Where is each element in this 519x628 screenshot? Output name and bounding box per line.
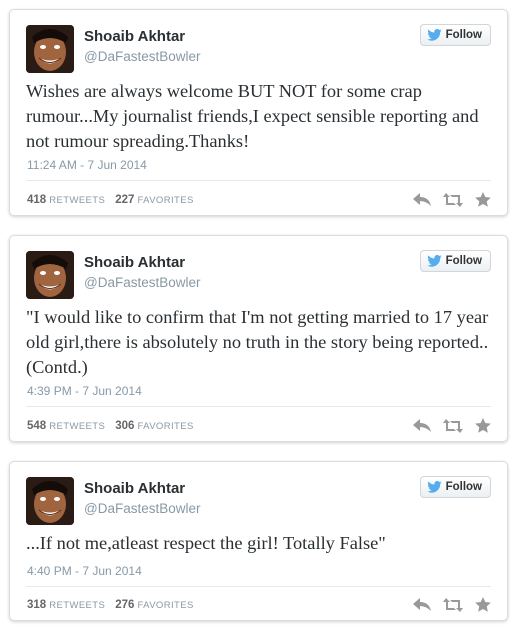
tweet-stats: 318 RETWEETS 276 FAVORITES <box>27 599 194 611</box>
retweet-icon[interactable] <box>443 192 463 207</box>
tweet-card: Shoaib Akhtar @DaFastestBowler Follow ..… <box>9 461 508 621</box>
favorite-count[interactable]: 227 FAVORITES <box>115 194 193 206</box>
author-name[interactable]: Shoaib Akhtar <box>84 254 185 271</box>
tweet-text: Wishes are always welcome BUT NOT for so… <box>26 81 479 151</box>
reply-icon[interactable] <box>413 418 431 433</box>
author-name[interactable]: Shoaib Akhtar <box>84 480 185 497</box>
retweet-count[interactable]: 318 RETWEETS <box>27 599 105 611</box>
favorite-count[interactable]: 276 FAVORITES <box>115 599 193 611</box>
tweet-card: Shoaib Akhtar @DaFastestBowler Follow Wi… <box>9 9 508 216</box>
tweet-actions <box>413 597 491 612</box>
author-handle[interactable]: @DaFastestBowler <box>84 501 201 516</box>
retweet-count[interactable]: 418 RETWEETS <box>27 194 105 206</box>
tweet-stats: 548 RETWEETS 306 FAVORITES <box>27 420 194 432</box>
twitter-bird-icon <box>426 29 442 41</box>
retweet-icon[interactable] <box>443 418 463 433</box>
favorite-count[interactable]: 306 FAVORITES <box>115 420 193 432</box>
divider <box>26 406 491 407</box>
star-icon[interactable] <box>475 597 491 612</box>
follow-button[interactable]: Follow <box>419 250 491 272</box>
tweet-text: ...If not me,atleast respect the girl! T… <box>26 533 386 553</box>
author-handle[interactable]: @DaFastestBowler <box>84 275 201 290</box>
twitter-bird-icon <box>426 255 442 267</box>
follow-label: Follow <box>445 481 482 493</box>
tweet-card: Shoaib Akhtar @DaFastestBowler Follow "I… <box>9 235 508 442</box>
avatar[interactable] <box>26 477 74 525</box>
reply-icon[interactable] <box>413 192 431 207</box>
tweet-timestamp[interactable]: 11:24 AM - 7 Jun 2014 <box>27 158 147 172</box>
author-name[interactable]: Shoaib Akhtar <box>84 28 185 45</box>
reply-icon[interactable] <box>413 597 431 612</box>
follow-button[interactable]: Follow <box>419 24 491 46</box>
follow-button[interactable]: Follow <box>419 476 491 498</box>
tweet-text: "I would like to confirm that I'm not ge… <box>26 307 489 377</box>
divider <box>26 180 491 181</box>
retweet-icon[interactable] <box>443 597 463 612</box>
retweet-count[interactable]: 548 RETWEETS <box>27 420 105 432</box>
star-icon[interactable] <box>475 192 491 207</box>
tweet-timestamp[interactable]: 4:40 PM - 7 Jun 2014 <box>27 564 142 578</box>
star-icon[interactable] <box>475 418 491 433</box>
divider <box>26 586 491 587</box>
twitter-bird-icon <box>426 481 442 493</box>
follow-label: Follow <box>445 255 482 267</box>
tweet-stats: 418 RETWEETS 227 FAVORITES <box>27 194 194 206</box>
follow-label: Follow <box>445 29 482 41</box>
author-handle[interactable]: @DaFastestBowler <box>84 49 201 64</box>
tweet-timestamp[interactable]: 4:39 PM - 7 Jun 2014 <box>27 384 142 398</box>
tweet-actions <box>413 418 491 433</box>
avatar[interactable] <box>26 25 74 73</box>
tweet-actions <box>413 192 491 207</box>
avatar[interactable] <box>26 251 74 299</box>
